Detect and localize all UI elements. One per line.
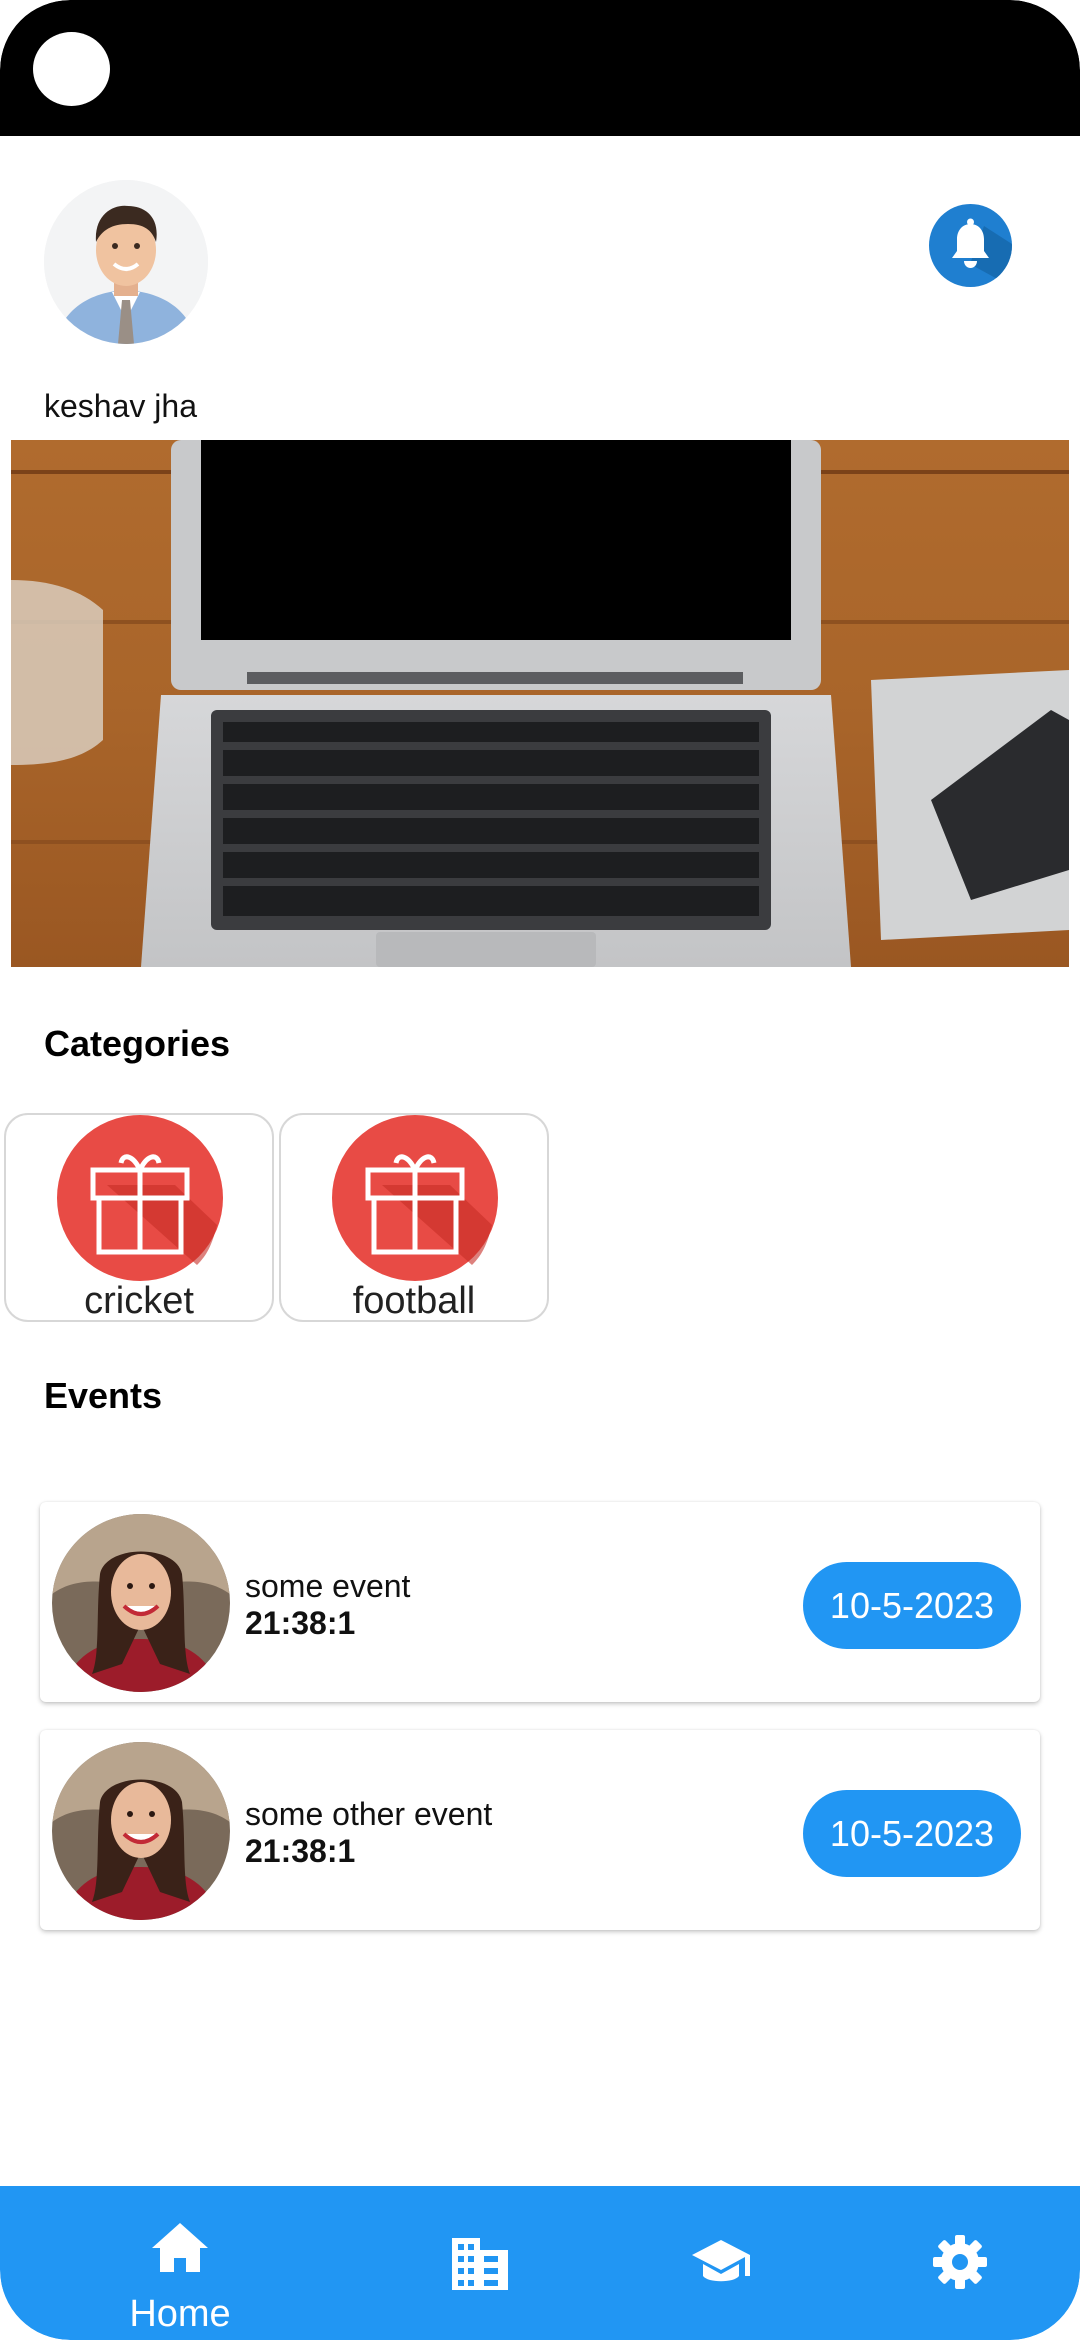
event-card[interactable]: some other event 21:38:1 10-5-2023 (40, 1730, 1040, 1930)
category-label: football (352, 1280, 476, 1322)
event-date-button[interactable]: 10-5-2023 (803, 1562, 1021, 1649)
event-name: some other event (245, 1796, 493, 1832)
categories-title: Categories (44, 1023, 231, 1064)
notification-button[interactable] (929, 204, 1012, 287)
app-screen: keshav jha Categories cricket football E… (0, 0, 1080, 2340)
profile-avatar-image (44, 180, 208, 344)
category-label: cricket (84, 1280, 194, 1322)
event-name: some event (245, 1568, 411, 1604)
event-card[interactable]: some event 21:38:1 10-5-2023 (40, 1502, 1040, 1702)
profile-avatar[interactable] (44, 180, 208, 344)
nav-school[interactable] (660, 2186, 780, 2340)
gear-icon (933, 2235, 987, 2289)
event-photo (52, 1742, 230, 1920)
home-icon (152, 2223, 208, 2272)
gift-icon (57, 1115, 223, 1281)
category-card-cricket[interactable]: cricket (4, 1113, 274, 1322)
banner-image (11, 440, 1069, 967)
camera-cutout (33, 32, 110, 106)
graduation-cap-icon (692, 2240, 750, 2282)
bottom-navigation: Home (0, 2186, 1080, 2340)
category-card-football[interactable]: football (279, 1113, 549, 1322)
user-name: keshav jha (44, 388, 197, 424)
event-photo (52, 1514, 230, 1692)
event-photo-image (52, 1742, 230, 1920)
nav-business[interactable] (420, 2186, 540, 2340)
laptop-photo (11, 440, 1069, 967)
bell-icon (952, 218, 1012, 287)
event-time: 21:38:1 (245, 1605, 356, 1641)
nav-home-label: Home (129, 2293, 231, 2335)
event-photo-image (52, 1514, 230, 1692)
status-bar (0, 0, 1080, 136)
event-date-button[interactable]: 10-5-2023 (803, 1790, 1021, 1877)
nav-home[interactable]: Home (90, 2186, 270, 2340)
event-time: 21:38:1 (245, 1833, 356, 1869)
nav-settings[interactable] (900, 2186, 1020, 2340)
building-icon (452, 2238, 508, 2290)
gift-icon (332, 1115, 498, 1281)
events-title: Events (44, 1375, 163, 1416)
